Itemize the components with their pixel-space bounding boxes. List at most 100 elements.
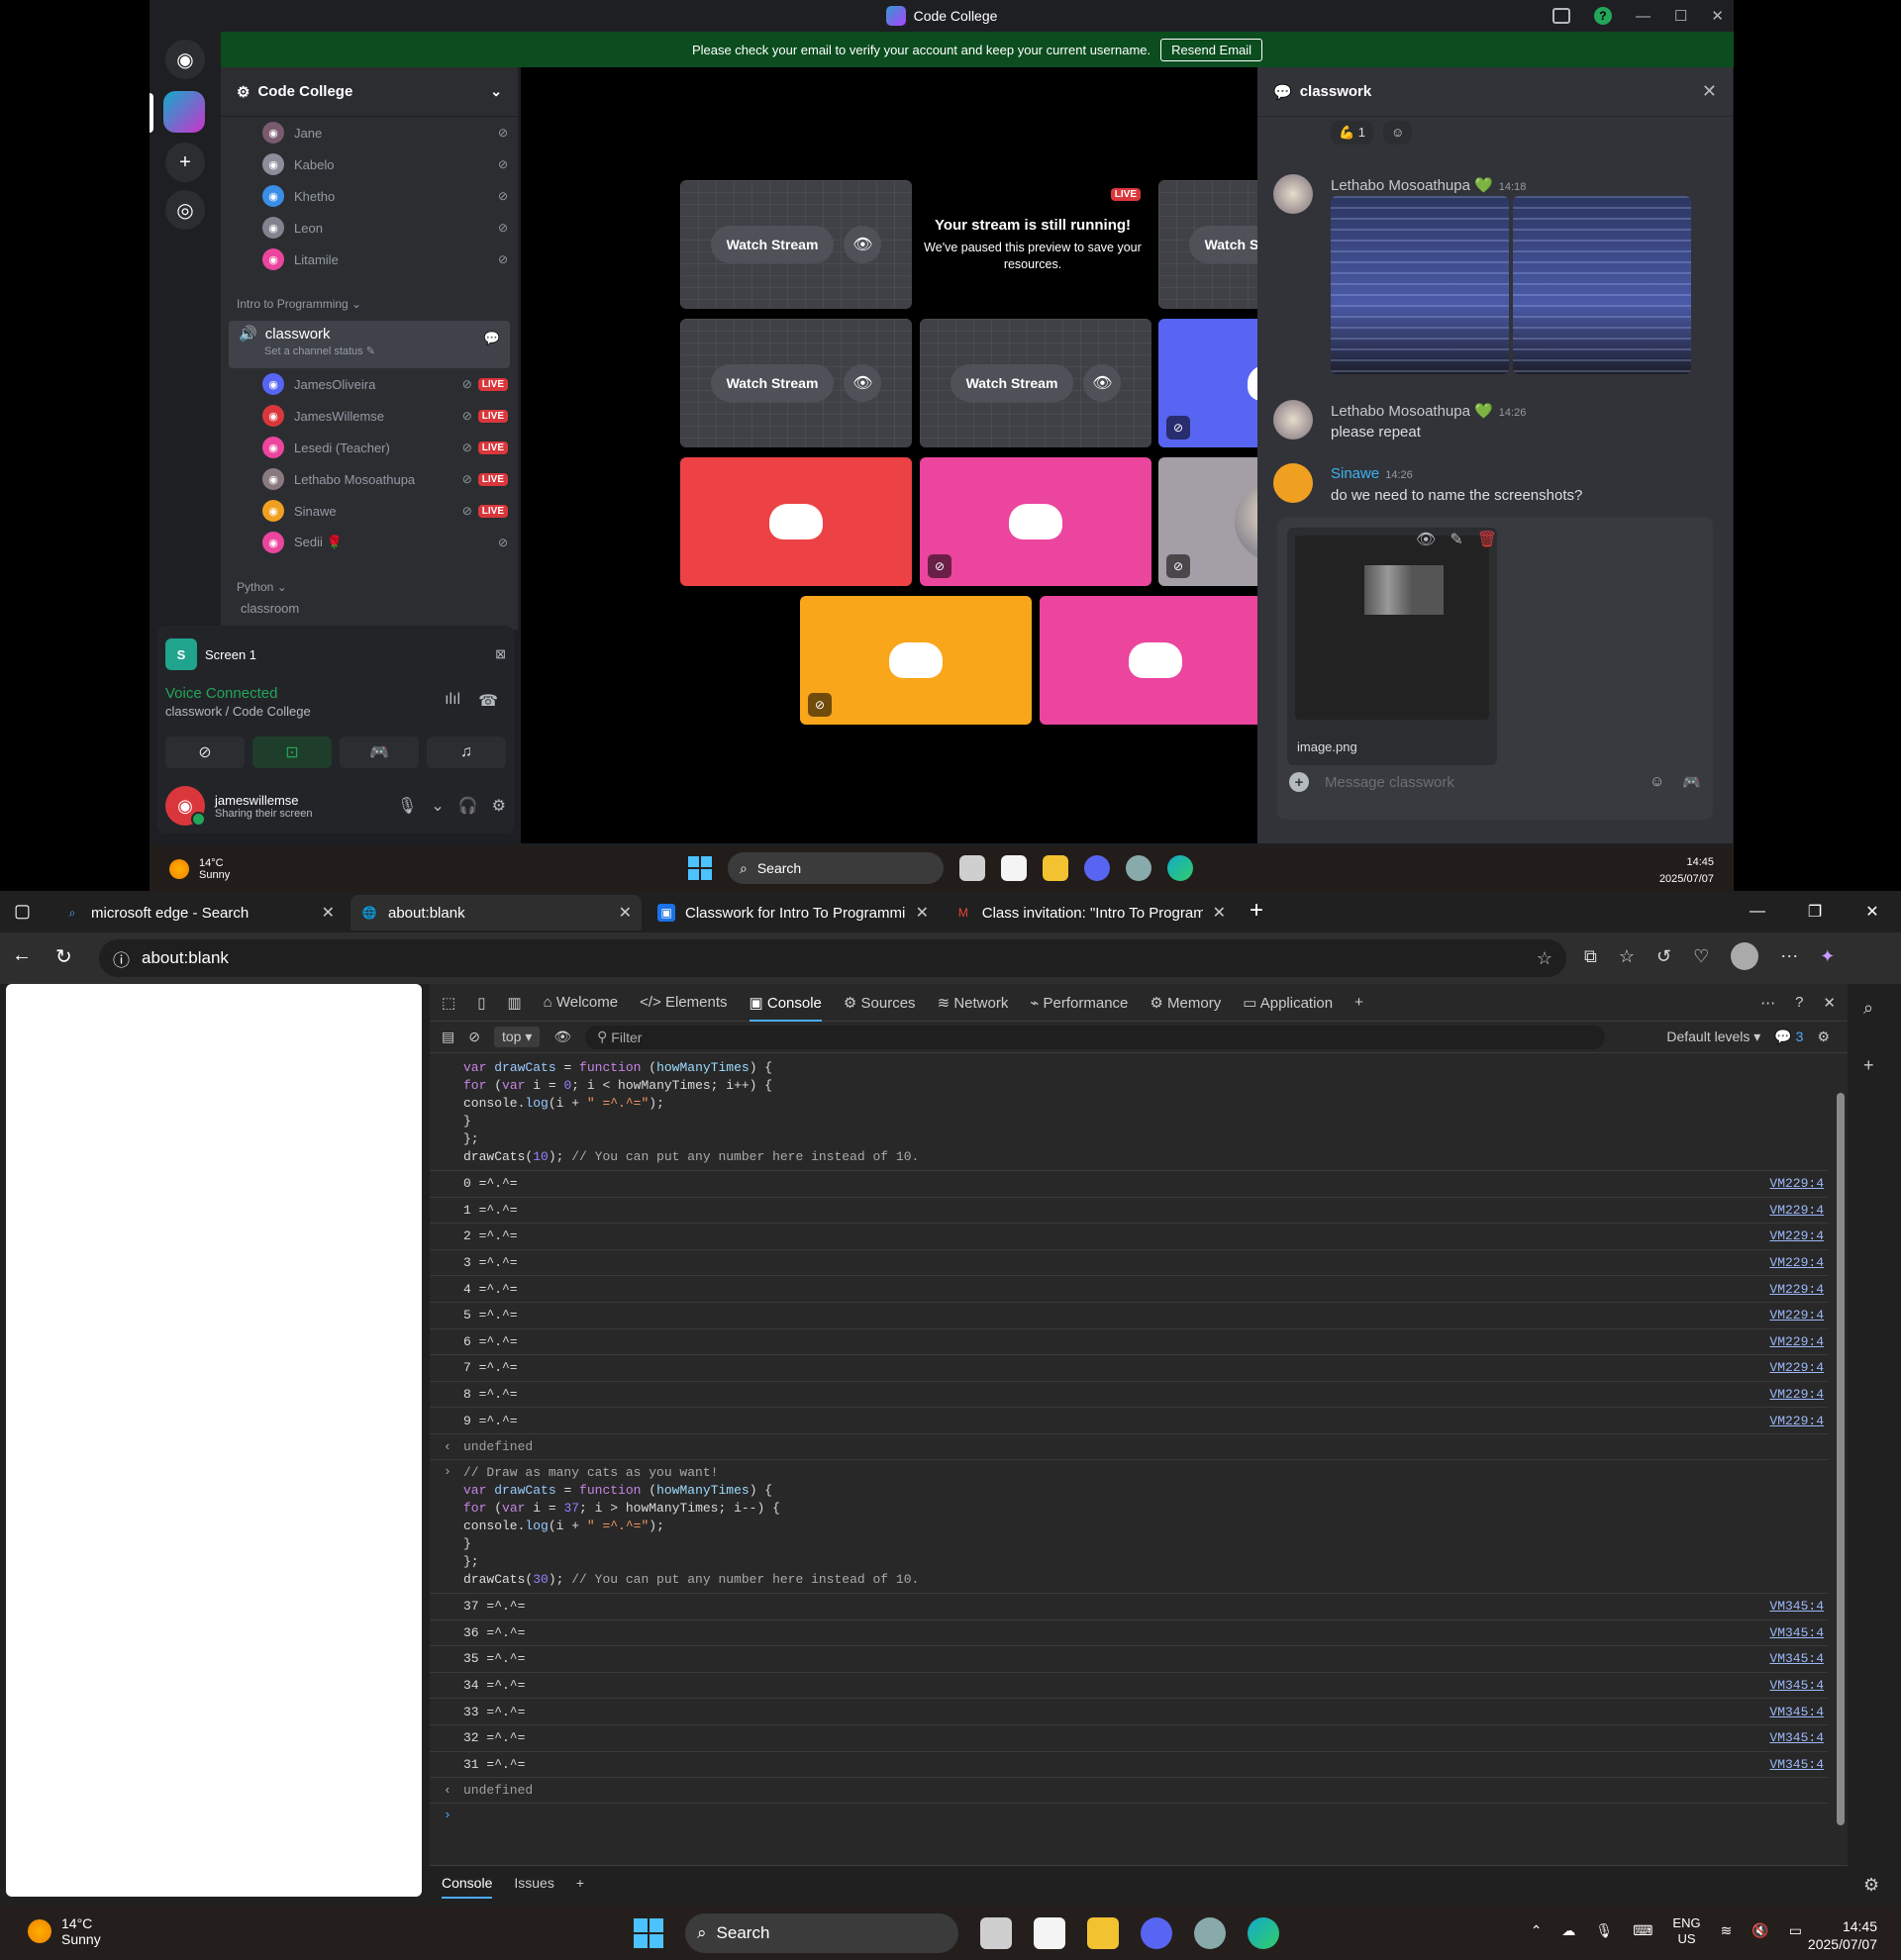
help-icon[interactable]: ? xyxy=(1795,994,1803,1012)
issues-badge[interactable]: 💬 3 xyxy=(1774,1029,1803,1045)
weather-widget[interactable]: 14°C Sunny xyxy=(169,857,230,881)
screen-share-box[interactable]: S Screen 1 ⊠ xyxy=(165,634,506,675)
chat-bubble-icon[interactable]: 💬 xyxy=(484,331,500,346)
tab-classwork[interactable]: ▣ Classwork for Intro To Programmi ✕ xyxy=(648,895,939,931)
more-icon[interactable]: ⋯ xyxy=(1760,994,1775,1012)
back-icon[interactable]: ← xyxy=(12,944,32,969)
voice-user[interactable]: ◉ Jane ⊘ xyxy=(221,117,518,148)
weather-widget[interactable]: 14°C Sunny xyxy=(28,1915,101,1947)
preview-icon[interactable]: 👁 xyxy=(844,364,882,402)
restore-button[interactable]: ❐ xyxy=(1786,891,1844,932)
preview-icon[interactable]: 👁 xyxy=(1083,364,1122,402)
sidebar-toggle-icon[interactable]: ▤ xyxy=(442,1029,454,1045)
watch-stream-button[interactable]: Watch Stream xyxy=(710,226,835,263)
author[interactable]: Lethabo Mosoathupa 💚 xyxy=(1331,403,1493,420)
clock[interactable]: 14:45 2025/07/07 xyxy=(1808,1917,1877,1953)
taskview-icon[interactable] xyxy=(959,855,985,881)
source-link[interactable]: VM229:4 xyxy=(1769,1282,1824,1297)
chevron-up-icon[interactable]: ⌃ xyxy=(1531,1922,1543,1939)
language-indicator[interactable]: ENG US xyxy=(1672,1915,1700,1946)
console-scrollbar[interactable] xyxy=(1834,1053,1848,1865)
resend-email-button[interactable]: Resend Email xyxy=(1160,38,1263,61)
add-attachment-icon[interactable]: + xyxy=(1289,772,1309,792)
voice-user[interactable]: ◉ Lethabo Mosoathupa ⊘ LIVE xyxy=(221,463,518,495)
mic-icon[interactable]: 🎙 xyxy=(1595,1922,1613,1939)
inbox-icon[interactable] xyxy=(1551,8,1570,24)
soundboard-button[interactable]: ♫ xyxy=(427,736,506,768)
filter-input[interactable]: ⚲ Filter xyxy=(585,1025,1606,1049)
source-link[interactable]: VM229:4 xyxy=(1769,1308,1824,1323)
profile-avatar[interactable] xyxy=(1731,942,1759,970)
blank-page[interactable] xyxy=(6,984,422,1897)
source-link[interactable]: VM345:4 xyxy=(1769,1730,1824,1745)
add-server-icon[interactable]: + xyxy=(165,143,205,182)
stop-share-icon[interactable]: ⊠ xyxy=(495,646,506,662)
minimize-button[interactable]: — xyxy=(1729,891,1786,932)
console-settings-icon[interactable]: ⚙ xyxy=(1817,1029,1830,1045)
disconnect-icon[interactable]: ☎ xyxy=(478,691,498,711)
close-tab-icon[interactable]: ✕ xyxy=(916,903,929,923)
new-tab-button[interactable]: + xyxy=(1250,897,1263,925)
settings-icon[interactable] xyxy=(1126,855,1151,881)
address-bar[interactable]: ⓘ about:blank ☆ xyxy=(99,939,1566,977)
mic-icon[interactable]: 🎙 xyxy=(397,796,417,816)
favorites-icon[interactable]: ☆ xyxy=(1619,946,1635,967)
edge-icon[interactable] xyxy=(1248,1917,1279,1949)
attachment-card[interactable]: image.png xyxy=(1287,528,1497,765)
maximize-button[interactable]: ☐ xyxy=(1674,7,1687,25)
add-drawer-tab-icon[interactable]: + xyxy=(576,1875,584,1891)
tab-application[interactable]: ▭ Application xyxy=(1243,994,1333,1012)
dock-icon[interactable]: ▥ xyxy=(507,994,521,1012)
channel-status[interactable]: Set a channel status ✎ xyxy=(239,344,500,357)
log-levels-select[interactable]: Default levels ▾ xyxy=(1666,1029,1760,1045)
taskbar-search[interactable]: ⌕ Search xyxy=(685,1913,958,1953)
category-python[interactable]: Python ⌄ xyxy=(221,568,518,600)
source-link[interactable]: VM229:4 xyxy=(1769,1255,1824,1270)
author[interactable]: Sinawe xyxy=(1331,465,1379,482)
preview-icon[interactable]: 👁 xyxy=(844,226,882,263)
channel-classwork[interactable]: 🔊 classwork Set a channel status ✎ 💬 xyxy=(229,321,510,368)
close-icon[interactable]: ✕ xyxy=(1702,81,1717,102)
user-tile[interactable]: ⊘ xyxy=(800,596,1032,725)
store-icon[interactable] xyxy=(1034,1917,1065,1949)
settings-icon[interactable] xyxy=(1194,1917,1226,1949)
voice-user[interactable]: ◉ Leon ⊘ xyxy=(221,212,518,244)
info-icon[interactable]: ⓘ xyxy=(113,946,130,971)
discord-home-icon[interactable]: ◉ xyxy=(165,40,205,79)
close-icon[interactable]: ✕ xyxy=(1823,994,1836,1012)
camera-off-button[interactable]: ⊘ xyxy=(165,736,245,768)
clock[interactable]: 14:45 2025/07/07 xyxy=(1659,854,1714,887)
return-value[interactable]: undefined xyxy=(430,1432,1828,1459)
start-icon[interactable] xyxy=(688,856,712,880)
live-expression-icon[interactable]: 👁 xyxy=(553,1029,571,1045)
keyboard-icon[interactable]: ⌨ xyxy=(1633,1922,1652,1939)
code-college-server-icon[interactable] xyxy=(163,91,205,133)
start-icon[interactable] xyxy=(634,1918,663,1948)
source-link[interactable]: VM345:4 xyxy=(1769,1757,1824,1772)
battery-icon[interactable]: ▭ xyxy=(1789,1922,1802,1939)
device-icon[interactable]: ▯ xyxy=(477,994,485,1012)
wifi-icon[interactable]: ≋ xyxy=(1721,1922,1733,1939)
close-tab-icon[interactable]: ✕ xyxy=(322,903,335,923)
message-input[interactable]: + Message classwork ☺ 🎮 xyxy=(1277,760,1713,804)
category-intro[interactable]: Intro to Programming ⌄ xyxy=(221,285,518,317)
tab-about-blank[interactable]: 🌐 about:blank ✕ xyxy=(350,895,642,931)
discover-icon[interactable]: ◎ xyxy=(165,190,205,230)
avatar[interactable] xyxy=(1273,463,1313,503)
drawer-tab-issues[interactable]: Issues xyxy=(514,1875,553,1891)
voice-user[interactable]: ◉ Lesedi (Teacher) ⊘ LIVE xyxy=(221,432,518,463)
current-user[interactable]: ◉ jameswillemse Sharing their screen 🎙 ⌄ 🎧 ⚙ xyxy=(165,784,506,828)
avatar[interactable] xyxy=(1273,400,1313,440)
source-link[interactable]: VM229:4 xyxy=(1769,1360,1824,1375)
user-tile[interactable] xyxy=(680,457,912,586)
help-icon[interactable]: ? xyxy=(1593,7,1612,25)
channel-classroom[interactable]: classroom xyxy=(221,600,518,616)
tab-memory[interactable]: ⚙ Memory xyxy=(1150,994,1221,1012)
reaction[interactable]: 💪 1 xyxy=(1331,121,1374,145)
watch-stream-button[interactable]: Watch Stream xyxy=(950,364,1074,402)
return-value[interactable]: undefined xyxy=(430,1777,1828,1803)
minimize-button[interactable]: — xyxy=(1636,8,1651,25)
source-link[interactable]: VM229:4 xyxy=(1769,1387,1824,1402)
voice-user[interactable]: ◉ Sedii 🌹 ⊘ xyxy=(221,527,518,558)
extensions-icon[interactable]: ⧉ xyxy=(1584,946,1597,967)
